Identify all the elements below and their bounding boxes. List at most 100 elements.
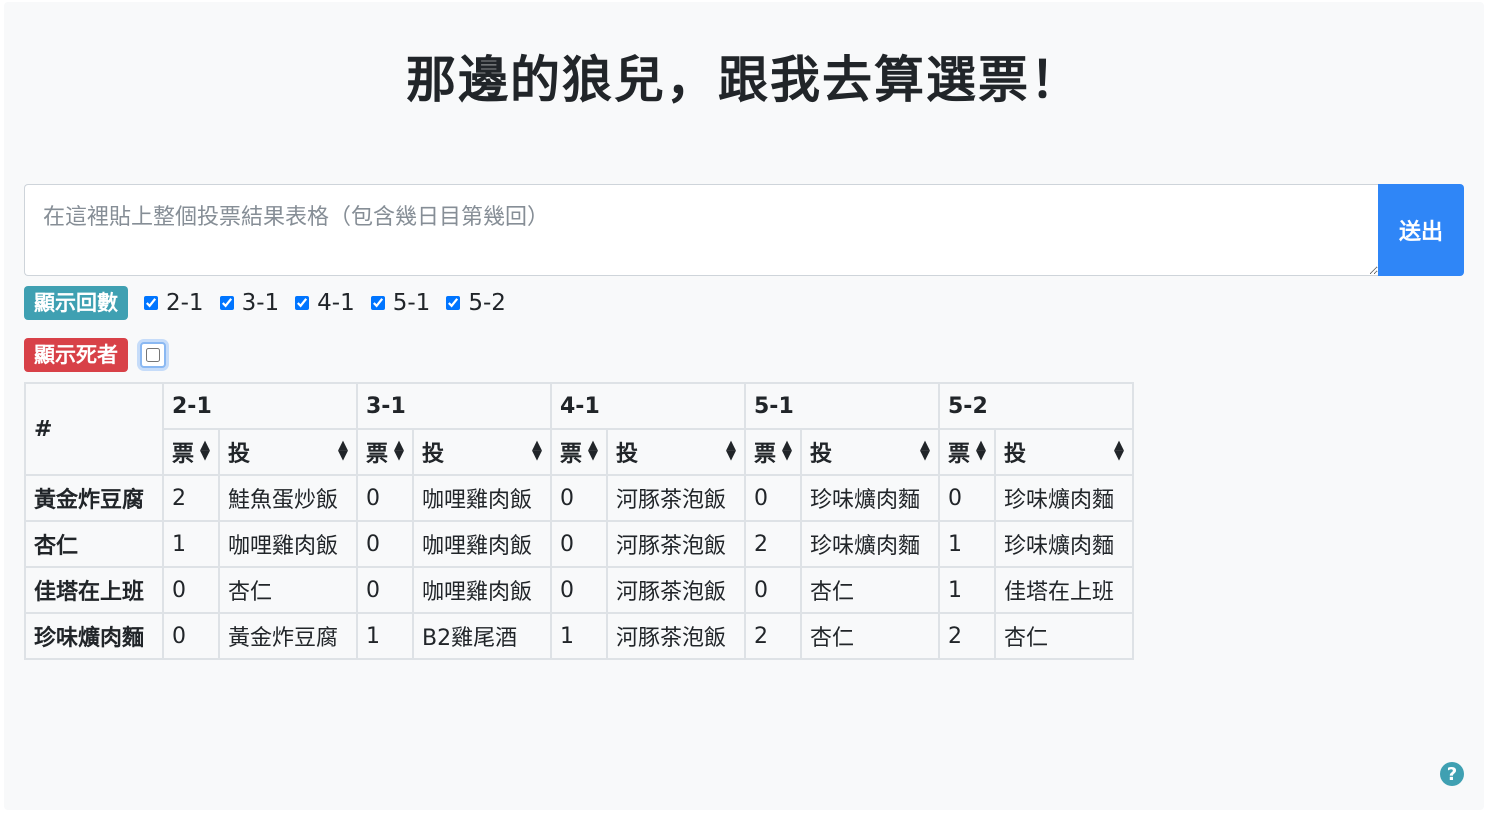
round-checkbox-label: 4-1	[317, 290, 355, 316]
ticket-count-cell: 1	[550, 612, 608, 660]
vote-target-cell: 咖哩雞肉飯	[412, 566, 552, 614]
vote-target-cell: 咖哩雞肉飯	[218, 520, 358, 568]
round-checkbox-item-2-1[interactable]: 2-1	[144, 290, 204, 316]
ticket-count-cell: 0	[550, 566, 608, 614]
vote-header[interactable]: 投 ▲ ▼	[218, 428, 358, 476]
round-checkbox-item-5-2[interactable]: 5-2	[446, 290, 506, 316]
sub-header-label: 票	[366, 442, 389, 467]
ticket-count-cell: 0	[550, 520, 608, 568]
player-name: 佳塔在上班	[24, 566, 164, 614]
ticket-count-cell: 0	[162, 566, 220, 614]
sub-header-label: 投	[1004, 442, 1027, 467]
sort-icon[interactable]: ▲ ▼	[338, 439, 348, 462]
ticket-count-cell: 1	[938, 520, 996, 568]
ticket-count-cell: 0	[356, 566, 414, 614]
ticket-count-cell: 2	[162, 474, 220, 522]
show-dead-checkbox-wrap[interactable]	[140, 342, 166, 368]
page-title: 那邊的狼兒，跟我去算選票！	[406, 51, 1082, 109]
round-checkbox[interactable]	[295, 296, 310, 310]
ticket-count-cell: 2	[744, 520, 802, 568]
vote-target-cell: 河豚茶泡飯	[606, 612, 746, 660]
tickets-header[interactable]: 票 ▲ ▼	[162, 428, 220, 476]
vote-target-cell: 杏仁	[218, 566, 358, 614]
sort-icon[interactable]: ▲ ▼	[782, 439, 792, 462]
tickets-header[interactable]: 票 ▲ ▼	[550, 428, 608, 476]
ticket-count-cell: 2	[938, 612, 996, 660]
show-dead-checkbox[interactable]	[146, 348, 160, 362]
round-checkbox[interactable]	[219, 296, 234, 310]
sort-icon[interactable]: ▲ ▼	[532, 439, 542, 462]
sub-header-label: 票	[560, 442, 583, 467]
vote-target-cell: 杏仁	[800, 612, 940, 660]
round-checkbox[interactable]	[370, 296, 385, 310]
tickets-header[interactable]: 票 ▲ ▼	[938, 428, 996, 476]
submit-button[interactable]: 送出	[1378, 184, 1464, 276]
question-circle-icon[interactable]: ?	[1440, 762, 1464, 786]
table-body: 黃金炸豆腐 2 鮭魚蛋炒飯 0 咖哩雞肉飯 0 河豚茶泡飯 0 珍味爌肉麵 0 珍味爌肉麵 杏仁 1 咖哩…	[24, 474, 1134, 660]
ticket-count-cell: 0	[356, 520, 414, 568]
round-header-5-1: 5-1	[744, 382, 940, 430]
round-checkbox[interactable]	[446, 296, 461, 310]
vote-header[interactable]: 投 ▲ ▼	[412, 428, 552, 476]
vote-target-cell: 河豚茶泡飯	[606, 520, 746, 568]
vote-header[interactable]: 投 ▲ ▼	[800, 428, 940, 476]
sort-icon[interactable]: ▲ ▼	[726, 439, 736, 462]
vote-result-input[interactable]	[24, 184, 1378, 276]
ticket-count-cell: 0	[938, 474, 996, 522]
ticket-count-cell: 0	[162, 612, 220, 660]
table-row: 佳塔在上班 0 杏仁 0 咖哩雞肉飯 0 河豚茶泡飯 0 杏仁 1 佳塔在上班	[24, 566, 1134, 614]
round-checkbox-item-4-1[interactable]: 4-1	[295, 290, 355, 316]
vote-target-cell: 杏仁	[800, 566, 940, 614]
player-name: 杏仁	[24, 520, 164, 568]
round-checkbox[interactable]	[144, 296, 158, 310]
ticket-count-cell: 1	[938, 566, 996, 614]
sort-icon[interactable]: ▲ ▼	[200, 439, 210, 462]
sub-header-label: 投	[422, 442, 445, 467]
sort-icon[interactable]: ▲ ▼	[1114, 439, 1124, 462]
ticket-count-cell: 0	[744, 474, 802, 522]
sort-icon[interactable]: ▲ ▼	[394, 439, 404, 462]
tickets-header[interactable]: 票 ▲ ▼	[356, 428, 414, 476]
vote-target-cell: 咖哩雞肉飯	[412, 520, 552, 568]
page-container: 那邊的狼兒，跟我去算選票！ 送出 顯示回數 2-13-14-15-15-2 顯示…	[4, 2, 1484, 810]
round-header-row: # 2-1 3-1 4-1 5-1 5-2	[24, 382, 1134, 476]
ticket-count-cell: 1	[356, 612, 414, 660]
vote-target-cell: 鮭魚蛋炒飯	[218, 474, 358, 522]
show-dead-badge: 顯示死者	[24, 338, 128, 372]
tickets-header[interactable]: 票 ▲ ▼	[744, 428, 802, 476]
round-checkbox-item-3-1[interactable]: 3-1	[219, 290, 280, 316]
round-checkbox-label: 5-2	[468, 290, 506, 316]
ticket-count-cell: 1	[162, 520, 220, 568]
corner-header: #	[24, 382, 164, 476]
dead-filter-row: 顯示死者	[24, 338, 166, 372]
sort-icon[interactable]: ▲ ▼	[920, 439, 930, 462]
round-checkbox-item-5-1[interactable]: 5-1	[370, 290, 430, 316]
sub-header-label: 投	[810, 442, 833, 467]
ticket-count-cell: 0	[744, 566, 802, 614]
table-row: 杏仁 1 咖哩雞肉飯 0 咖哩雞肉飯 0 河豚茶泡飯 2 珍味爌肉麵 1 珍味爌肉麵	[24, 520, 1134, 568]
sort-icon[interactable]: ▲ ▼	[588, 439, 598, 462]
rounds-filter-row: 顯示回數 2-1 3-1 4-1 5-1 5-2	[24, 286, 506, 320]
ticket-count-cell: 0	[356, 474, 414, 522]
vote-target-cell: 珍味爌肉麵	[994, 520, 1134, 568]
table-row: 珍味爌肉麵 0 黃金炸豆腐 1 B2雞尾酒 1 河豚茶泡飯 2 杏仁 2 杏仁	[24, 612, 1134, 660]
vote-target-cell: 珍味爌肉麵	[800, 474, 940, 522]
ticket-count-cell: 2	[744, 612, 802, 660]
sub-header-label: 投	[228, 442, 251, 467]
vote-target-cell: 黃金炸豆腐	[218, 612, 358, 660]
vote-header[interactable]: 投 ▲ ▼	[606, 428, 746, 476]
vote-header[interactable]: 投 ▲ ▼	[994, 428, 1134, 476]
sort-icon[interactable]: ▲ ▼	[976, 439, 986, 462]
vote-target-cell: 珍味爌肉麵	[800, 520, 940, 568]
round-checkbox-label: 3-1	[241, 290, 280, 316]
round-header-3-1: 3-1	[356, 382, 552, 430]
vote-target-cell: 杏仁	[994, 612, 1134, 660]
input-row: 送出	[24, 184, 1464, 276]
sub-header-label: 投	[616, 442, 639, 467]
player-name: 珍味爌肉麵	[24, 612, 164, 660]
round-checkbox-label: 2-1	[166, 290, 204, 316]
ticket-count-cell: 0	[550, 474, 608, 522]
vote-target-cell: 佳塔在上班	[994, 566, 1134, 614]
table-row: 黃金炸豆腐 2 鮭魚蛋炒飯 0 咖哩雞肉飯 0 河豚茶泡飯 0 珍味爌肉麵 0 珍味爌肉麵	[24, 474, 1134, 522]
vote-target-cell: 河豚茶泡飯	[606, 474, 746, 522]
